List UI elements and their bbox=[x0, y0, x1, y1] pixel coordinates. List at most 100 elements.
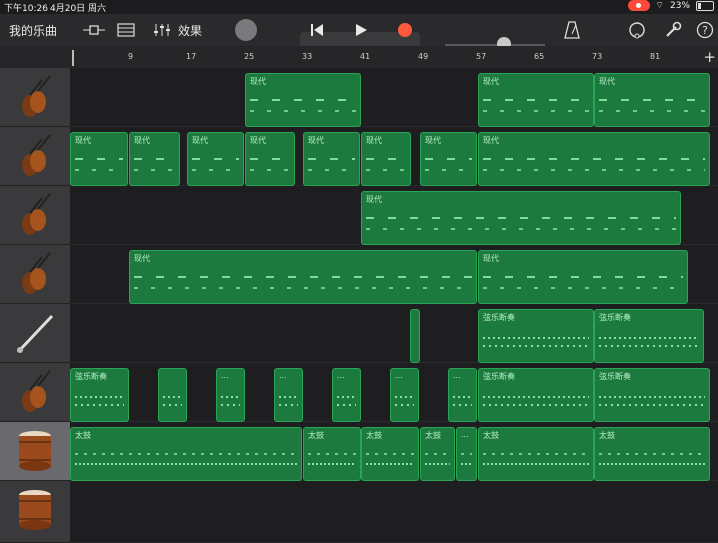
audio-region[interactable]: 现代 bbox=[129, 132, 180, 186]
region-notes bbox=[483, 265, 683, 299]
region-notes bbox=[308, 147, 355, 181]
region-label: 弦乐断奏 bbox=[599, 372, 631, 381]
play-icon[interactable] bbox=[346, 14, 376, 46]
ruler-mark: 25 bbox=[244, 52, 255, 61]
region-notes bbox=[75, 383, 124, 417]
audio-region[interactable]: 现代 bbox=[303, 132, 360, 186]
go-to-start-icon[interactable] bbox=[302, 14, 332, 46]
region-label: 太鼓 bbox=[483, 431, 499, 440]
ruler-mark: 33 bbox=[302, 52, 313, 61]
track-lane[interactable]: 太鼓 太鼓 太鼓 太鼓 ... 太鼓 太鼓 bbox=[70, 422, 718, 481]
clarinet-icon bbox=[16, 314, 54, 354]
playhead[interactable] bbox=[72, 50, 74, 66]
track-view-icon[interactable] bbox=[80, 14, 108, 46]
audio-region[interactable]: 太鼓 bbox=[303, 427, 361, 481]
region-notes bbox=[599, 442, 705, 476]
track-header[interactable] bbox=[0, 481, 70, 543]
audio-region[interactable]: ... bbox=[448, 368, 477, 422]
help-icon[interactable]: ? bbox=[694, 14, 716, 46]
loop-browser-icon[interactable] bbox=[626, 14, 648, 46]
region-notes bbox=[425, 442, 450, 476]
region-notes bbox=[483, 147, 705, 181]
track-lane[interactable] bbox=[70, 481, 718, 543]
audio-region[interactable]: 现代 bbox=[187, 132, 244, 186]
region-label: ... bbox=[395, 371, 403, 380]
region-label: 弦乐断奏 bbox=[483, 313, 515, 322]
audio-region[interactable]: 现代 bbox=[245, 132, 295, 186]
record-icon[interactable] bbox=[390, 14, 420, 46]
region-notes bbox=[483, 324, 589, 358]
ruler-mark: 73 bbox=[592, 52, 603, 61]
track-header[interactable] bbox=[0, 363, 70, 422]
region-label: 现代 bbox=[250, 77, 266, 86]
region-notes bbox=[366, 206, 676, 240]
wifi-icon: ⌔ bbox=[655, 1, 664, 11]
region-label: 现代 bbox=[134, 136, 150, 145]
add-section-icon[interactable]: + bbox=[703, 48, 716, 66]
my-songs-label: 我的乐曲 bbox=[8, 23, 57, 38]
tracks-grid-icon[interactable] bbox=[114, 14, 138, 46]
region-label: 现代 bbox=[366, 195, 382, 204]
audio-region[interactable]: 弦乐断奏 bbox=[594, 368, 710, 422]
audio-region[interactable]: 现代 bbox=[478, 73, 594, 127]
audio-region[interactable]: 现代 bbox=[129, 250, 477, 304]
audio-region[interactable]: 现代 bbox=[70, 132, 128, 186]
track-header[interactable] bbox=[0, 127, 70, 186]
audio-region[interactable]: 弦乐断奏 bbox=[478, 368, 594, 422]
region-label: 太鼓 bbox=[308, 431, 324, 440]
track-lane[interactable]: 现代 bbox=[70, 186, 718, 245]
live-loops-knob-icon[interactable] bbox=[232, 14, 260, 46]
timeline-ruler[interactable]: 9 17 25 33 41 49 57 65 73 81 + bbox=[70, 46, 718, 69]
ruler-corner bbox=[0, 46, 70, 69]
mixer-sliders-icon[interactable] bbox=[149, 14, 175, 46]
audio-region[interactable]: 太鼓 bbox=[420, 427, 455, 481]
audio-region[interactable]: ... bbox=[274, 368, 303, 422]
track-lane[interactable]: 现代 现代 现代 现代 现代 现代 现代 现代 bbox=[70, 127, 718, 186]
audio-region[interactable]: 现代 bbox=[478, 132, 710, 186]
toolbar: 我的乐曲 效果 ? bbox=[0, 14, 718, 56]
region-label: ... bbox=[221, 371, 229, 380]
audio-region[interactable]: ... bbox=[332, 368, 361, 422]
violin-icon bbox=[22, 252, 51, 294]
ruler-mark: 81 bbox=[650, 52, 661, 61]
audio-region[interactable]: 弦乐断奏 bbox=[478, 309, 594, 363]
audio-region[interactable]: ... bbox=[216, 368, 245, 422]
status-right: ⌔ 23% bbox=[627, 0, 714, 11]
track-header[interactable] bbox=[0, 245, 70, 304]
settings-wrench-icon[interactable] bbox=[662, 14, 684, 46]
track-header[interactable] bbox=[0, 68, 70, 127]
audio-region[interactable]: 太鼓 bbox=[594, 427, 710, 481]
track-header-selected[interactable] bbox=[0, 422, 70, 481]
audio-region[interactable]: 现代 bbox=[478, 250, 688, 304]
track-lane[interactable]: 弦乐断奏 ... ... ... ... ... 弦乐断奏 弦乐断奏 bbox=[70, 363, 718, 422]
region-notes bbox=[483, 88, 589, 122]
audio-region[interactable]: 太鼓 bbox=[478, 427, 594, 481]
track-header[interactable] bbox=[0, 304, 70, 363]
region-label: ... bbox=[453, 371, 461, 380]
audio-region[interactable]: 现代 bbox=[361, 132, 411, 186]
audio-region[interactable]: 现代 bbox=[594, 73, 710, 127]
region-label: 弦乐断奏 bbox=[599, 313, 631, 322]
audio-region[interactable]: 弦乐断奏 bbox=[70, 368, 129, 422]
audio-region[interactable]: ... bbox=[390, 368, 419, 422]
region-label: 现代 bbox=[483, 136, 499, 145]
audio-region[interactable]: 弦乐断奏 bbox=[594, 309, 704, 363]
audio-region[interactable]: 太鼓 bbox=[70, 427, 302, 481]
region-notes bbox=[483, 442, 589, 476]
track-lane[interactable]: 现代 现代 bbox=[70, 245, 718, 304]
audio-region[interactable]: ... bbox=[456, 427, 477, 481]
audio-region[interactable]: 现代 bbox=[420, 132, 477, 186]
audio-region[interactable] bbox=[158, 368, 187, 422]
track-header[interactable] bbox=[0, 186, 70, 245]
my-songs-button[interactable]: 我的乐曲 bbox=[4, 14, 62, 46]
region-label: 现代 bbox=[250, 136, 266, 145]
effects-button[interactable]: 效果 bbox=[176, 14, 204, 46]
track-lane[interactable]: 弦乐断奏 弦乐断奏 bbox=[70, 304, 718, 363]
audio-region[interactable]: 现代 bbox=[361, 191, 681, 245]
metronome-icon[interactable] bbox=[560, 14, 584, 46]
audio-region[interactable]: 太鼓 bbox=[361, 427, 419, 481]
audio-region[interactable]: 现代 bbox=[245, 73, 361, 127]
track-lane[interactable]: 现代 现代 现代 bbox=[70, 68, 718, 127]
audio-region[interactable] bbox=[410, 309, 420, 363]
violin-icon bbox=[22, 193, 51, 235]
